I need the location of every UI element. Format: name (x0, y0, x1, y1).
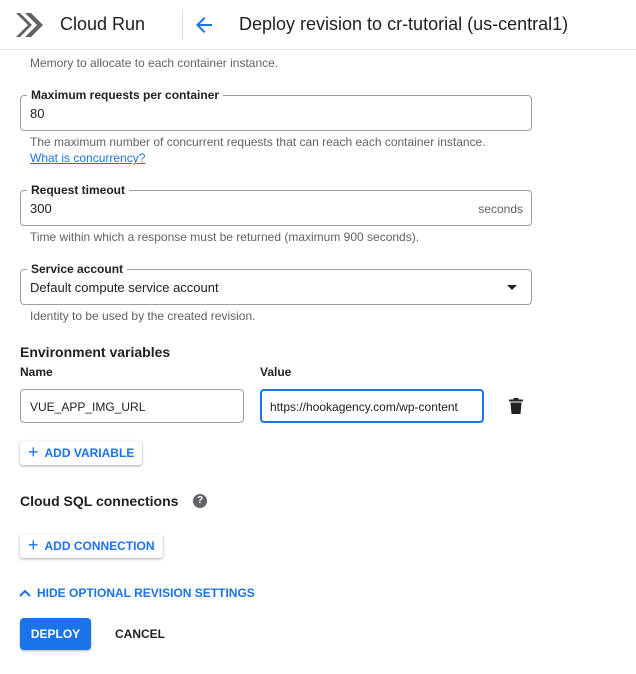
cancel-button[interactable]: CANCEL (108, 618, 172, 650)
hide-optional-settings-label: HIDE OPTIONAL REVISION SETTINGS (37, 586, 255, 600)
env-value-column-label: Value (260, 365, 292, 379)
service-account-helper: Identity to be used by the created revis… (30, 309, 256, 323)
cloud-run-logo-icon (16, 13, 43, 37)
chevron-up-icon (19, 589, 31, 597)
env-name-column-label: Name (20, 365, 53, 379)
service-account-select[interactable]: Service account Default compute service … (20, 262, 532, 305)
env-name-value: VUE_APP_IMG_URL (30, 400, 146, 414)
request-timeout-label: Request timeout (27, 183, 130, 197)
add-variable-button[interactable]: + ADD VARIABLE (20, 441, 143, 465)
dropdown-caret-icon (507, 285, 517, 290)
env-vars-title: Environment variables (20, 344, 171, 360)
service-account-label: Service account (27, 262, 128, 276)
concurrency-link[interactable]: What is concurrency? (30, 151, 145, 165)
help-icon[interactable]: ? (193, 494, 207, 508)
back-arrow-icon[interactable] (192, 13, 216, 37)
hide-optional-settings-toggle[interactable]: HIDE OPTIONAL REVISION SETTINGS (18, 586, 255, 600)
plus-icon: + (28, 535, 39, 555)
env-name-input[interactable]: VUE_APP_IMG_URL (20, 389, 244, 423)
service-account-value: Default compute service account (30, 280, 219, 295)
product-name: Cloud Run (60, 14, 146, 34)
request-timeout-value: 300 (30, 201, 52, 216)
cloud-sql-title: Cloud SQL connections (20, 493, 179, 509)
max-requests-value: 80 (30, 106, 45, 121)
top-bar: Cloud Run Deploy revision to cr-tutorial… (0, 0, 636, 50)
max-requests-label: Maximum requests per container (27, 88, 224, 102)
header-divider (182, 10, 183, 40)
request-timeout-field[interactable]: Request timeout 300 seconds (20, 183, 532, 226)
deploy-button[interactable]: DEPLOY (20, 618, 91, 650)
env-value-value: https://hookagency.com/wp-content (270, 400, 458, 414)
page-title: Deploy revision to cr-tutorial (us-centr… (239, 14, 569, 34)
max-requests-field[interactable]: Maximum requests per container 80 (20, 88, 532, 131)
add-connection-label: ADD CONNECTION (44, 539, 155, 553)
delete-icon[interactable] (509, 398, 523, 414)
env-value-input[interactable]: https://hookagency.com/wp-content (260, 389, 484, 423)
max-requests-helper: The maximum number of concurrent request… (30, 135, 486, 149)
memory-helper: Memory to allocate to each container ins… (30, 56, 279, 70)
request-timeout-suffix: seconds (478, 202, 523, 216)
add-connection-button[interactable]: + ADD CONNECTION (20, 534, 163, 558)
plus-icon: + (28, 442, 39, 462)
request-timeout-helper: Time within which a response must be ret… (30, 230, 420, 244)
add-variable-label: ADD VARIABLE (44, 446, 135, 460)
